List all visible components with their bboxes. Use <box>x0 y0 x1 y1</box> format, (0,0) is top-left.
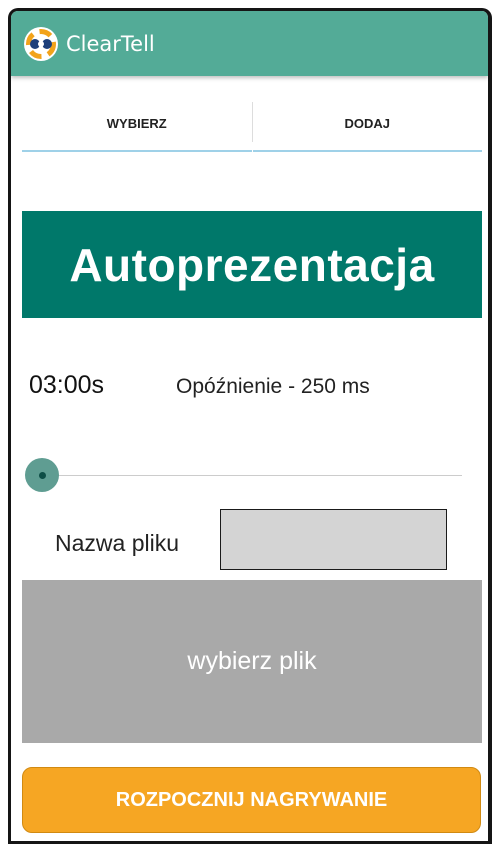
slider-track[interactable] <box>46 475 462 476</box>
choose-file-button[interactable]: wybierz plik <box>22 580 482 743</box>
tab-dodaj-label: DODAJ <box>344 115 390 131</box>
file-name-field[interactable] <box>220 509 447 570</box>
tab-bar: WYBIERZ DODAJ <box>22 96 482 152</box>
tab-wybierz-label: WYBIERZ <box>106 115 167 131</box>
topic-banner: Autoprezentacja <box>22 211 482 318</box>
file-name-label: Nazwa pliku <box>55 530 179 556</box>
start-recording-label: ROZPOCZNIJ NAGRYWANIE <box>115 788 388 811</box>
timer-readout: 03:00s <box>29 371 105 399</box>
tab-wybierz[interactable]: WYBIERZ <box>22 96 252 152</box>
slider-thumb[interactable] <box>25 458 59 492</box>
delay-slider[interactable] <box>22 455 462 495</box>
app-title: ClearTell <box>66 31 155 56</box>
slider-thumb-center <box>39 472 46 479</box>
cleartell-logo-icon <box>24 26 58 61</box>
delay-readout: Opóźnienie - 250 ms <box>176 375 370 398</box>
tab-dodaj[interactable]: DODAJ <box>252 96 482 152</box>
start-recording-button[interactable]: ROZPOCZNIJ NAGRYWANIE <box>22 767 481 833</box>
choose-file-label: wybierz plik <box>187 647 317 675</box>
app-bar: ClearTell <box>11 11 488 76</box>
